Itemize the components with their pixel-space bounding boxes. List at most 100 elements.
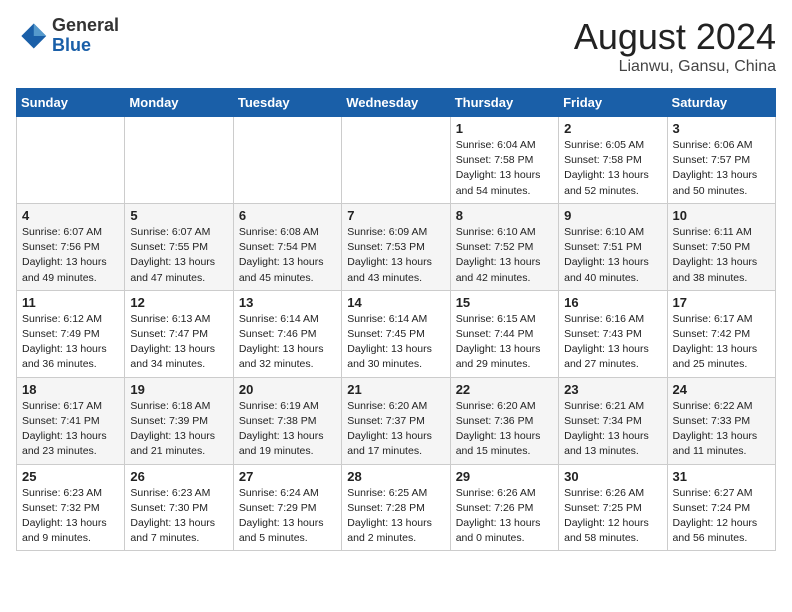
weekday-header: Wednesday <box>342 89 450 117</box>
day-info: Sunrise: 6:26 AM Sunset: 7:25 PM Dayligh… <box>564 486 661 547</box>
day-info: Sunrise: 6:19 AM Sunset: 7:38 PM Dayligh… <box>239 399 336 460</box>
day-info: Sunrise: 6:09 AM Sunset: 7:53 PM Dayligh… <box>347 225 444 286</box>
day-number: 30 <box>564 469 661 484</box>
day-number: 15 <box>456 295 553 310</box>
calendar-cell: 6 Sunrise: 6:08 AM Sunset: 7:54 PM Daylig… <box>233 203 341 290</box>
day-info: Sunrise: 6:07 AM Sunset: 7:55 PM Dayligh… <box>130 225 227 286</box>
day-number: 4 <box>22 208 119 223</box>
day-number: 26 <box>130 469 227 484</box>
day-number: 6 <box>239 208 336 223</box>
day-number: 13 <box>239 295 336 310</box>
day-info: Sunrise: 6:15 AM Sunset: 7:44 PM Dayligh… <box>456 312 553 373</box>
day-info: Sunrise: 6:11 AM Sunset: 7:50 PM Dayligh… <box>673 225 770 286</box>
day-info: Sunrise: 6:20 AM Sunset: 7:37 PM Dayligh… <box>347 399 444 460</box>
calendar-cell: 12 Sunrise: 6:13 AM Sunset: 7:47 PM Dayli… <box>125 290 233 377</box>
day-number: 16 <box>564 295 661 310</box>
calendar-cell: 25 Sunrise: 6:23 AM Sunset: 7:32 PM Dayli… <box>17 464 125 551</box>
calendar-cell: 4Sunrise: 6:07 AM Sunset: 7:56 PM Daylig… <box>17 203 125 290</box>
day-info: Sunrise: 6:14 AM Sunset: 7:45 PM Dayligh… <box>347 312 444 373</box>
day-number: 7 <box>347 208 444 223</box>
day-number: 12 <box>130 295 227 310</box>
calendar-cell: 11 Sunrise: 6:12 AM Sunset: 7:49 PM Dayli… <box>17 290 125 377</box>
day-number: 29 <box>456 469 553 484</box>
weekday-header-row: SundayMondayTuesdayWednesdayThursdayFrid… <box>17 89 776 117</box>
calendar-cell <box>17 117 125 204</box>
logo: General Blue <box>16 16 119 56</box>
calendar-cell: 28Sunrise: 6:25 AM Sunset: 7:28 PM Dayli… <box>342 464 450 551</box>
calendar-cell: 10Sunrise: 6:11 AM Sunset: 7:50 PM Dayli… <box>667 203 775 290</box>
weekday-header: Thursday <box>450 89 558 117</box>
calendar-cell: 16 Sunrise: 6:16 AM Sunset: 7:43 PM Dayli… <box>559 290 667 377</box>
calendar-cell: 21 Sunrise: 6:20 AM Sunset: 7:37 PM Dayli… <box>342 377 450 464</box>
month-title: August 2024 <box>574 16 776 58</box>
day-number: 5 <box>130 208 227 223</box>
day-info: Sunrise: 6:18 AM Sunset: 7:39 PM Dayligh… <box>130 399 227 460</box>
day-number: 9 <box>564 208 661 223</box>
day-info: Sunrise: 6:16 AM Sunset: 7:43 PM Dayligh… <box>564 312 661 373</box>
calendar-cell: 26Sunrise: 6:23 AM Sunset: 7:30 PM Dayli… <box>125 464 233 551</box>
day-info: Sunrise: 6:27 AM Sunset: 7:24 PM Dayligh… <box>673 486 770 547</box>
calendar-cell: 18 Sunrise: 6:17 AM Sunset: 7:41 PM Dayli… <box>17 377 125 464</box>
calendar-cell: 7 Sunrise: 6:09 AM Sunset: 7:53 PM Daylig… <box>342 203 450 290</box>
calendar-cell: 20 Sunrise: 6:19 AM Sunset: 7:38 PM Dayli… <box>233 377 341 464</box>
day-number: 11 <box>22 295 119 310</box>
day-number: 22 <box>456 382 553 397</box>
calendar-cell: 30 Sunrise: 6:26 AM Sunset: 7:25 PM Dayli… <box>559 464 667 551</box>
weekday-header: Sunday <box>17 89 125 117</box>
day-info: Sunrise: 6:25 AM Sunset: 7:28 PM Dayligh… <box>347 486 444 547</box>
logo-text: General Blue <box>52 16 119 56</box>
calendar-cell: 22Sunrise: 6:20 AM Sunset: 7:36 PM Dayli… <box>450 377 558 464</box>
day-number: 21 <box>347 382 444 397</box>
location: Lianwu, Gansu, China <box>574 58 776 76</box>
day-number: 1 <box>456 121 553 136</box>
day-number: 3 <box>673 121 770 136</box>
day-number: 2 <box>564 121 661 136</box>
calendar-cell: 9Sunrise: 6:10 AM Sunset: 7:51 PM Daylig… <box>559 203 667 290</box>
calendar-cell: 1Sunrise: 6:04 AM Sunset: 7:58 PM Daylig… <box>450 117 558 204</box>
day-info: Sunrise: 6:12 AM Sunset: 7:49 PM Dayligh… <box>22 312 119 373</box>
title-block: August 2024 Lianwu, Gansu, China <box>574 16 776 76</box>
calendar-cell: 13 Sunrise: 6:14 AM Sunset: 7:46 PM Dayli… <box>233 290 341 377</box>
day-info: Sunrise: 6:05 AM Sunset: 7:58 PM Dayligh… <box>564 138 661 199</box>
day-number: 14 <box>347 295 444 310</box>
day-info: Sunrise: 6:06 AM Sunset: 7:57 PM Dayligh… <box>673 138 770 199</box>
day-number: 17 <box>673 295 770 310</box>
day-info: Sunrise: 6:13 AM Sunset: 7:47 PM Dayligh… <box>130 312 227 373</box>
calendar-cell: 15 Sunrise: 6:15 AM Sunset: 7:44 PM Dayli… <box>450 290 558 377</box>
day-info: Sunrise: 6:24 AM Sunset: 7:29 PM Dayligh… <box>239 486 336 547</box>
weekday-header: Tuesday <box>233 89 341 117</box>
weekday-header: Monday <box>125 89 233 117</box>
calendar-cell: 2 Sunrise: 6:05 AM Sunset: 7:58 PM Daylig… <box>559 117 667 204</box>
day-info: Sunrise: 6:26 AM Sunset: 7:26 PM Dayligh… <box>456 486 553 547</box>
day-info: Sunrise: 6:17 AM Sunset: 7:42 PM Dayligh… <box>673 312 770 373</box>
calendar-cell <box>233 117 341 204</box>
day-number: 23 <box>564 382 661 397</box>
day-number: 20 <box>239 382 336 397</box>
day-number: 25 <box>22 469 119 484</box>
day-info: Sunrise: 6:14 AM Sunset: 7:46 PM Dayligh… <box>239 312 336 373</box>
page-header: General Blue August 2024 Lianwu, Gansu, … <box>16 16 776 76</box>
day-info: Sunrise: 6:17 AM Sunset: 7:41 PM Dayligh… <box>22 399 119 460</box>
day-info: Sunrise: 6:10 AM Sunset: 7:52 PM Dayligh… <box>456 225 553 286</box>
day-number: 31 <box>673 469 770 484</box>
weekday-header: Friday <box>559 89 667 117</box>
calendar-cell: 27Sunrise: 6:24 AM Sunset: 7:29 PM Dayli… <box>233 464 341 551</box>
calendar-cell: 19 Sunrise: 6:18 AM Sunset: 7:39 PM Dayli… <box>125 377 233 464</box>
day-info: Sunrise: 6:23 AM Sunset: 7:32 PM Dayligh… <box>22 486 119 547</box>
calendar-cell: 17 Sunrise: 6:17 AM Sunset: 7:42 PM Dayli… <box>667 290 775 377</box>
calendar-cell <box>342 117 450 204</box>
calendar-cell: 8Sunrise: 6:10 AM Sunset: 7:52 PM Daylig… <box>450 203 558 290</box>
calendar-week-row: 18 Sunrise: 6:17 AM Sunset: 7:41 PM Dayli… <box>17 377 776 464</box>
calendar-cell <box>125 117 233 204</box>
day-info: Sunrise: 6:22 AM Sunset: 7:33 PM Dayligh… <box>673 399 770 460</box>
day-info: Sunrise: 6:08 AM Sunset: 7:54 PM Dayligh… <box>239 225 336 286</box>
calendar-week-row: 1Sunrise: 6:04 AM Sunset: 7:58 PM Daylig… <box>17 117 776 204</box>
day-number: 19 <box>130 382 227 397</box>
calendar-cell: 31 Sunrise: 6:27 AM Sunset: 7:24 PM Dayli… <box>667 464 775 551</box>
day-info: Sunrise: 6:21 AM Sunset: 7:34 PM Dayligh… <box>564 399 661 460</box>
calendar-cell: 29 Sunrise: 6:26 AM Sunset: 7:26 PM Dayli… <box>450 464 558 551</box>
calendar-cell: 5 Sunrise: 6:07 AM Sunset: 7:55 PM Daylig… <box>125 203 233 290</box>
day-number: 18 <box>22 382 119 397</box>
calendar-cell: 3 Sunrise: 6:06 AM Sunset: 7:57 PM Daylig… <box>667 117 775 204</box>
calendar-cell: 24Sunrise: 6:22 AM Sunset: 7:33 PM Dayli… <box>667 377 775 464</box>
